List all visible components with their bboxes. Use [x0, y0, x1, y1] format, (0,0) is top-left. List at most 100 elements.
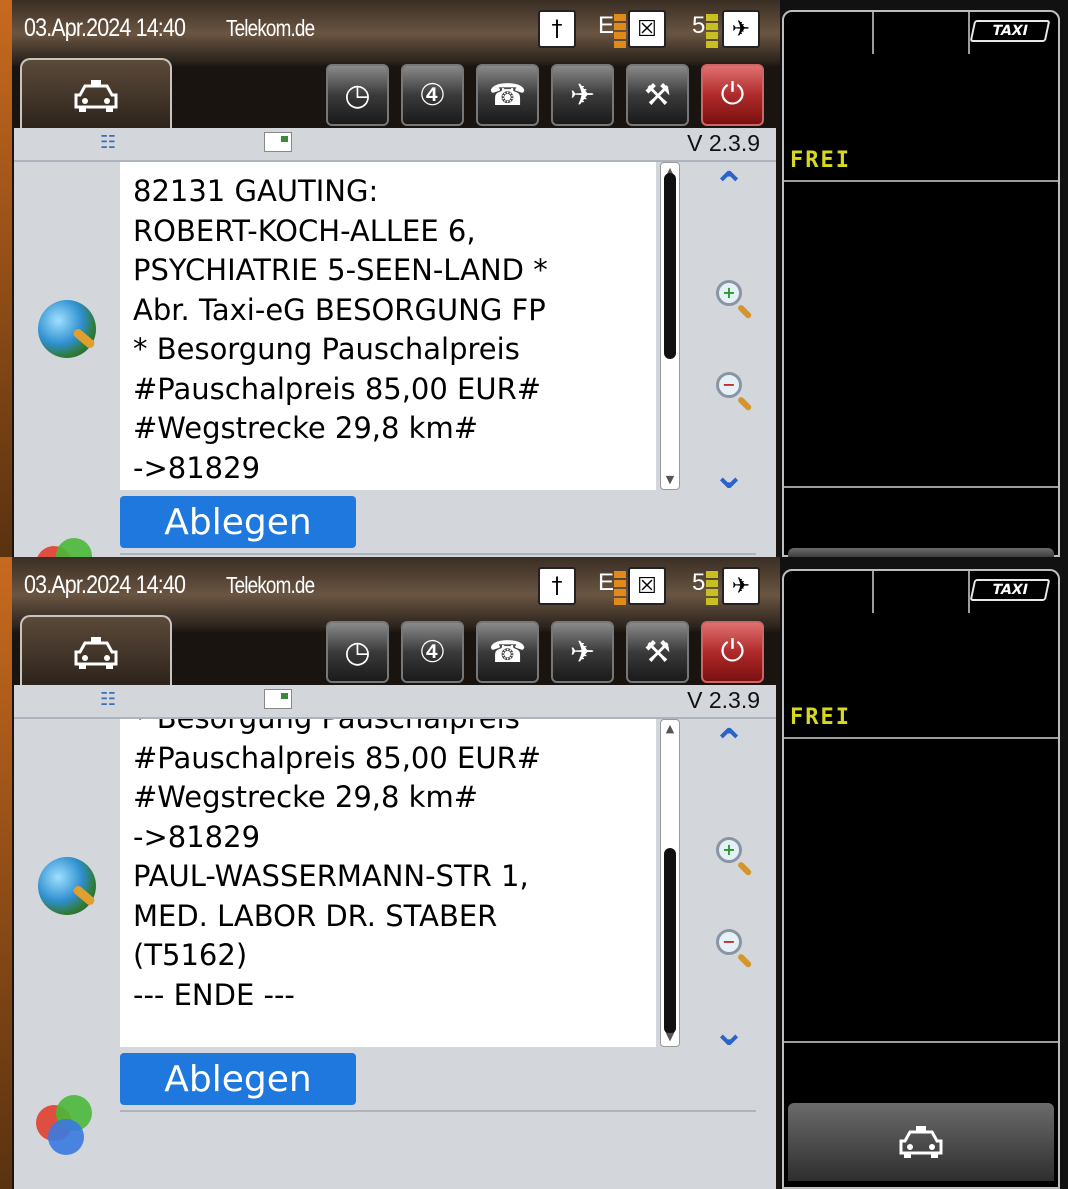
zoom-out-button[interactable]: − [708, 921, 750, 963]
timer-icon: ◷ [344, 635, 371, 669]
sat-count-label: 5 [692, 569, 706, 596]
message-box: * Besorgung Pauschalpreis#Pauschalpreis … [120, 719, 656, 1047]
message-area: ☷ V 2.3.9 82131 GAUTING: ROBERT-KOCH-ALLE… [14, 128, 776, 557]
toolbar: ◷ ④ ☎ ✈ ⚒ ⏻ [326, 621, 764, 683]
page-up-button[interactable]: ⌃ [708, 723, 750, 765]
zoom-in-icon: + [716, 280, 742, 306]
sub-status-bar: ☷ V 2.3.9 [14, 685, 776, 719]
power-icon: ⏻ [720, 78, 745, 111]
sat-signal-icon [706, 571, 718, 607]
main-screen: 03.Apr.2024 14:40 Telekom.de † E ☒ 5 ✈ ◷… [0, 557, 780, 1189]
divider [120, 553, 756, 555]
taxi-badge: TAXI [969, 579, 1051, 601]
sat-count-label: 5 [692, 12, 706, 39]
tab-taxi[interactable] [20, 615, 172, 689]
taxi-meter: TAXI FREI [782, 569, 1060, 1189]
message-line: #Wegstrecke 29,8 km# [133, 411, 479, 445]
satellite-icon: ✈ [569, 78, 596, 112]
scroll-thumb[interactable] [664, 848, 676, 1034]
main-screen: 03.Apr.2024 14:40 Telekom.de † E ☒ 5 ✈ ◷… [0, 0, 780, 557]
network-signal-icon [614, 571, 626, 607]
scroll-down-arrow-icon[interactable]: ▼ [662, 1029, 678, 1045]
zoom-in-button[interactable]: + [708, 829, 750, 871]
satellite-dish-icon: ☒ [628, 567, 666, 605]
satellite-icon: ✈ [722, 10, 760, 48]
timer-button[interactable]: ◷ [326, 64, 389, 126]
meter-divider [968, 12, 970, 54]
meter-state-label: FREI [790, 705, 851, 730]
power-button[interactable]: ⏻ [701, 64, 764, 126]
page-down-button[interactable]: ⌄ [708, 1011, 750, 1053]
colors-icon[interactable] [36, 538, 98, 557]
frame-edge [0, 557, 12, 1189]
phone-button[interactable]: ☎ [476, 64, 539, 126]
status-bar: 03.Apr.2024 14:40 Telekom.de † E ☒ 5 ✈ [14, 557, 780, 613]
scroll-down-arrow-icon[interactable]: ▼ [662, 472, 678, 488]
satellite-button[interactable]: ✈ [551, 621, 614, 683]
taxi-car-icon [74, 637, 118, 669]
message-area: ☷ V 2.3.9 * Besorgung Pauschalpreis#Paus… [14, 685, 776, 1189]
colors-icon[interactable] [36, 1095, 98, 1157]
globe-search-icon[interactable] [38, 857, 96, 915]
message-text: 82131 GAUTING: ROBERT-KOCH-ALLEE 6, PSYCHI… [133, 172, 548, 488]
message-line: #Pauschalpreis 85,00 EUR# [133, 371, 542, 406]
message-line: 82131 GAUTING: [133, 174, 379, 208]
taxi-badge: TAXI [969, 20, 1051, 42]
divider [120, 1110, 756, 1112]
meter-divider [968, 571, 970, 613]
meter-taxi-button[interactable] [788, 548, 1054, 557]
timer-icon: ◷ [344, 78, 371, 112]
message-text: * Besorgung Pauschalpreis#Pauschalpreis … [133, 719, 541, 1015]
message-line: (T5162) [133, 938, 248, 972]
meter-taxi-button[interactable] [788, 1103, 1054, 1181]
mail-icon[interactable] [264, 689, 292, 709]
ablegen-button[interactable]: Ablegen [120, 496, 356, 548]
mail-icon[interactable] [264, 132, 292, 152]
phone-button[interactable]: ☎ [476, 621, 539, 683]
double-chevron-up-icon: ⌃ [712, 721, 746, 767]
globe-search-icon[interactable] [38, 300, 96, 358]
version-label: V 2.3.9 [687, 130, 760, 156]
page-up-button[interactable]: ⌃ [708, 166, 750, 208]
meter-divider [872, 571, 874, 613]
message-scrollbar[interactable]: ▲ ▼ [660, 162, 680, 490]
tools-button[interactable]: ⚒ [626, 64, 689, 126]
message-line: ->81829 [133, 450, 261, 485]
message-scrollbar[interactable]: ▲ ▼ [660, 719, 680, 1047]
sub-status-bar: ☷ V 2.3.9 [14, 128, 776, 162]
message-line: #Pauschalpreis 85,00 EUR# [133, 740, 542, 775]
screenshot-bottom: 03.Apr.2024 14:40 Telekom.de † E ☒ 5 ✈ ◷… [0, 557, 1068, 1189]
message-line: Abr. Taxi-eG BESORGUNG FP [133, 292, 546, 327]
satellite-button[interactable]: ✈ [551, 64, 614, 126]
timer-button[interactable]: ◷ [326, 621, 389, 683]
ablegen-button[interactable]: Ablegen [120, 1053, 356, 1105]
scroll-thumb[interactable] [664, 173, 676, 359]
zoom-out-button[interactable]: − [708, 364, 750, 406]
zoom-out-icon: − [716, 372, 742, 398]
datetime-label: 03.Apr.2024 14:40 [24, 571, 186, 599]
zoom-in-button[interactable]: + [708, 272, 750, 314]
datetime-label: 03.Apr.2024 14:40 [24, 14, 186, 42]
network-label: E [598, 12, 615, 39]
fourwinds-button[interactable]: ④ [401, 64, 464, 126]
toolbar: ◷ ④ ☎ ✈ ⚒ ⏻ [326, 64, 764, 126]
network-label: E [598, 569, 615, 596]
scroll-up-arrow-icon[interactable]: ▲ [662, 721, 678, 737]
satellite-dish-icon: ☒ [628, 10, 666, 48]
carrier-label: Telekom.de [226, 572, 315, 598]
taxi-car-icon [899, 1126, 943, 1158]
zoom-out-icon: − [716, 929, 742, 955]
taxi-meter: TAXI FREI [782, 10, 1060, 557]
power-button[interactable]: ⏻ [701, 621, 764, 683]
taxi-car-icon [74, 80, 118, 112]
fourwinds-button[interactable]: ④ [401, 621, 464, 683]
meter-line [784, 1041, 1058, 1043]
power-icon: ⏻ [720, 635, 745, 668]
meter-state-label: FREI [790, 148, 851, 173]
tab-taxi[interactable] [20, 58, 172, 132]
message-line: MED. LABOR DR. STABER [133, 898, 498, 933]
tools-button[interactable]: ⚒ [626, 621, 689, 683]
message-line: PAUL-WASSERMANN-STR 1, [133, 859, 529, 893]
satellite-icon: ✈ [569, 635, 596, 669]
page-down-button[interactable]: ⌄ [708, 454, 750, 496]
